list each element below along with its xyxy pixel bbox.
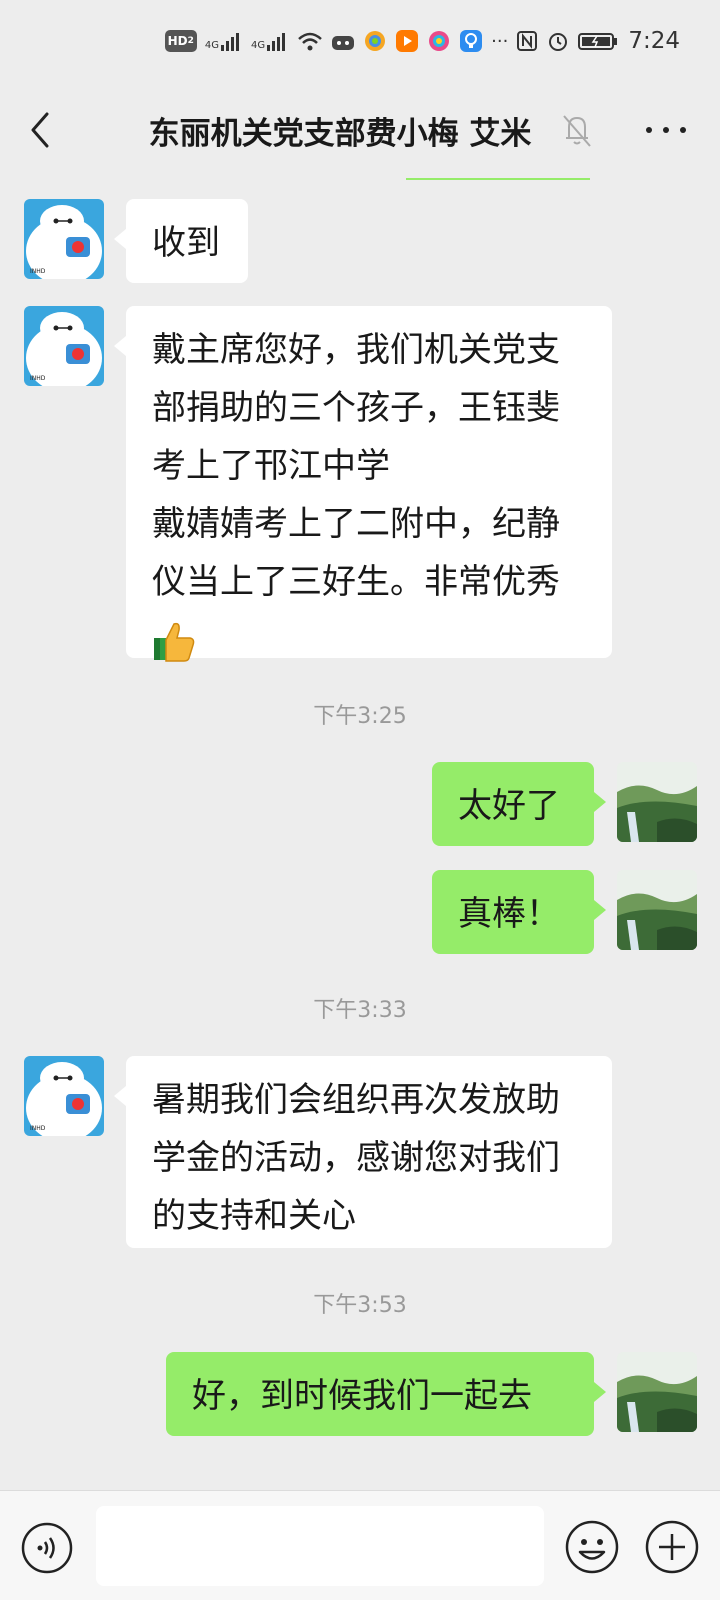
- message-text: 暑期我们会组织再次发放助学金的活动，感谢您对我们的支持和关心: [152, 1080, 560, 1236]
- chat-title: 东丽机关党支部费小梅 艾米: [148, 115, 532, 152]
- baymax-avatar-icon: INHD: [24, 199, 104, 279]
- message-bubble[interactable]: 收到: [114, 199, 248, 283]
- message-text: 戴主席您好，我们机关党支部捐助的三个孩子，王钰斐考上了邗江中学 戴婧婧考上了二附…: [152, 330, 560, 602]
- landscape-avatar-icon: [617, 870, 697, 950]
- avatar[interactable]: [617, 762, 697, 842]
- app-colorful-icon: [429, 31, 450, 51]
- avatar[interactable]: INHD: [24, 1056, 104, 1136]
- message-input[interactable]: [96, 1506, 544, 1586]
- hd-icon: HD 2: [164, 30, 197, 52]
- message-bubble[interactable]: 好，到时候我们一起去: [166, 1352, 606, 1436]
- avatar[interactable]: [617, 1352, 697, 1432]
- plus-icon[interactable]: [644, 1519, 700, 1575]
- more-notifications-icon: ···: [491, 30, 509, 52]
- status-bar: HD 2 4G 4G ··· 7:24: [0, 0, 720, 82]
- timestamp: 下午3:25: [313, 704, 407, 729]
- voice-icon[interactable]: [20, 1521, 74, 1575]
- signal-icon: 4G: [205, 31, 243, 51]
- message-list[interactable]: INHD 收到 INHD 戴主席您好，我们机关党支部捐助的三个孩子，王钰斐考上了…: [0, 180, 720, 1485]
- message-bubble[interactable]: 暑期我们会组织再次发放助学金的活动，感谢您对我们的支持和关心: [114, 1056, 612, 1248]
- clock: 7:24: [628, 28, 680, 54]
- message-text: 好，到时候我们一起去: [192, 1376, 532, 1416]
- back-button[interactable]: [0, 82, 80, 178]
- svg-text:INHD: INHD: [30, 375, 46, 382]
- chat-header: 东丽机关党支部费小梅 艾米: [0, 82, 720, 178]
- message-text: 太好了: [458, 786, 560, 826]
- battery-icon: [578, 33, 618, 50]
- emoji-icon[interactable]: [564, 1519, 620, 1575]
- timestamp: 下午3:53: [313, 1293, 407, 1318]
- nfc-icon: [517, 31, 538, 51]
- bell-off-icon: [563, 115, 591, 147]
- video-app-icon: [396, 30, 419, 52]
- landscape-avatar-icon: [617, 762, 697, 842]
- wifi-icon: [298, 32, 323, 51]
- landscape-avatar-icon: [617, 1352, 697, 1432]
- svg-text:INHD: INHD: [30, 268, 46, 275]
- avatar[interactable]: [617, 870, 697, 950]
- app-colorful-icon: [365, 31, 386, 51]
- more-button[interactable]: [646, 112, 686, 148]
- timestamp: 下午3:33: [313, 998, 407, 1023]
- alarm-icon: [549, 33, 568, 51]
- input-bar: [0, 1490, 720, 1600]
- avatar[interactable]: INHD: [24, 199, 104, 279]
- message-bubble[interactable]: 戴主席您好，我们机关党支部捐助的三个孩子，王钰斐考上了邗江中学 戴婧婧考上了二附…: [114, 306, 612, 662]
- signal-icon: 4G: [251, 31, 289, 51]
- baymax-avatar-icon: INHD: [24, 306, 104, 386]
- message-text: 收到: [152, 223, 220, 263]
- chevron-left-icon: [31, 112, 49, 148]
- message-text: 真棒！: [458, 894, 560, 934]
- baymax-avatar-icon: INHD: [24, 1056, 104, 1136]
- svg-text:INHD: INHD: [30, 1125, 46, 1132]
- game-icon: [332, 36, 355, 50]
- message-bubble[interactable]: 太好了: [432, 762, 606, 846]
- thumbs-up-icon: [154, 622, 195, 662]
- message-bubble[interactable]: 真棒！: [432, 870, 606, 954]
- bulb-app-icon: [460, 30, 483, 52]
- avatar[interactable]: INHD: [24, 306, 104, 386]
